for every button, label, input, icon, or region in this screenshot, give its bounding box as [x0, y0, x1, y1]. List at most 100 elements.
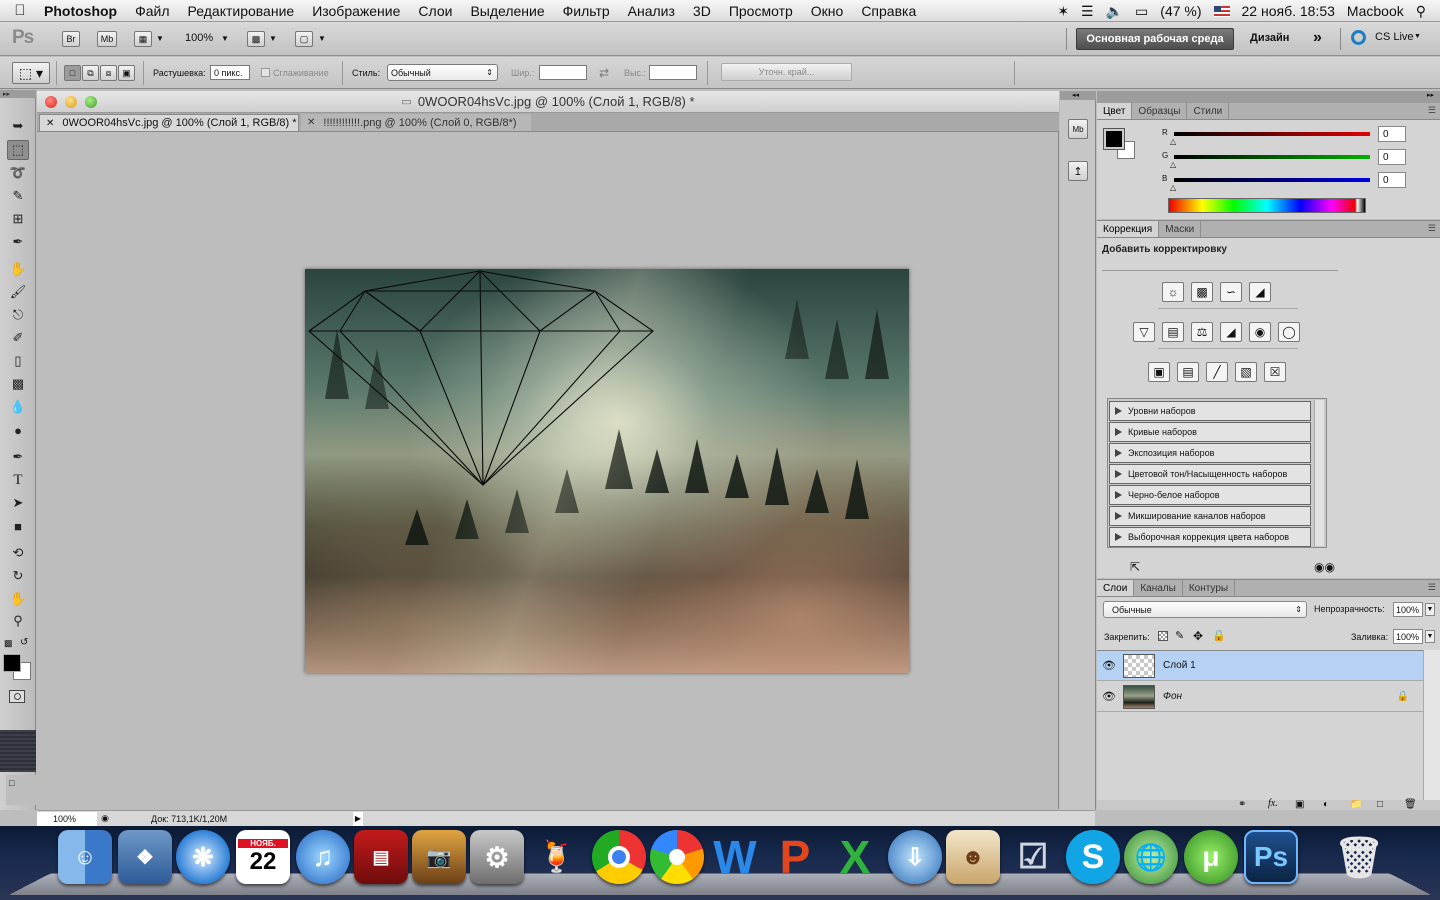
photoshop-icon[interactable]: Ps — [1244, 830, 1298, 884]
more-workspaces-icon[interactable]: » — [1313, 29, 1322, 47]
menubar-clock[interactable]: 22 нояб. 18:53 — [1242, 3, 1335, 19]
dodge-tool-icon[interactable]: ● — [7, 420, 29, 440]
eyedropper-tool-icon[interactable]: ✒ — [7, 232, 29, 252]
return-to-list-icon[interactable]: ⇱ — [1130, 560, 1140, 574]
lasso-tool-icon[interactable]: ➰ — [7, 163, 29, 183]
preview-icon[interactable]: ❖ — [118, 830, 172, 884]
exposure-icon[interactable]: ◢ — [1249, 282, 1271, 302]
remote-desktop-icon[interactable]: ☑ — [1006, 830, 1060, 884]
menu-file[interactable]: Файл — [126, 3, 178, 19]
chrome-icon[interactable] — [592, 830, 646, 884]
finder-icon[interactable]: ☺ — [58, 830, 112, 884]
refine-edge-button[interactable]: Уточн. край... — [721, 63, 852, 81]
tab-adjustments[interactable]: Коррекция — [1097, 221, 1160, 237]
tab-masks[interactable]: Маски — [1159, 221, 1202, 237]
new-layer-icon[interactable]: □ — [1377, 799, 1383, 810]
selective-color-icon[interactable]: ☒ — [1264, 362, 1286, 382]
clip-to-layer-icon[interactable]: ◉◉ — [1314, 560, 1335, 574]
swap-colors-icon[interactable]: ↺ — [20, 637, 28, 648]
preset-exposure[interactable]: Экспозиция наборов — [1109, 443, 1311, 463]
menu-filter[interactable]: Фильтр — [554, 3, 619, 19]
powerpoint-icon[interactable]: P — [768, 830, 822, 884]
photo-filter-icon[interactable]: ◉ — [1249, 322, 1271, 342]
hue-saturation-icon[interactable]: ▤ — [1162, 322, 1184, 342]
zoom-tool-icon[interactable]: ⚲ — [7, 611, 29, 631]
adjustment-layer-icon[interactable]: ◐ — [1323, 799, 1329, 810]
zoom-level[interactable]: 100% — [185, 32, 213, 44]
intersect-selection-icon[interactable]: ▣ — [118, 65, 135, 81]
tab-color[interactable]: Цвет — [1097, 103, 1133, 119]
channel-g-input[interactable]: 0 — [1378, 149, 1406, 165]
channel-r-slider[interactable] — [1174, 132, 1370, 136]
menu-image[interactable]: Изображение — [303, 3, 409, 19]
layer-name[interactable]: Слой 1 — [1163, 660, 1196, 671]
mini-bridge-panel-icon[interactable]: Mb — [1068, 119, 1088, 139]
antialias-checkbox[interactable] — [261, 68, 270, 77]
threshold-icon[interactable]: ╱ — [1206, 362, 1228, 382]
channel-r-input[interactable]: 0 — [1378, 126, 1406, 142]
status-info-icon[interactable]: ◉ — [97, 813, 113, 824]
preset-black-white[interactable]: Черно-белое наборов — [1109, 485, 1311, 505]
opacity-slider-icon[interactable]: ▼ — [1425, 603, 1435, 616]
history-brush-tool-icon[interactable]: ✐ — [7, 328, 29, 348]
safari-icon[interactable]: ❋ — [176, 830, 230, 884]
height-input[interactable] — [649, 65, 697, 80]
mini-bridge-button[interactable]: Mb — [97, 31, 117, 47]
channel-mixer-icon[interactable]: ◯ — [1278, 322, 1300, 342]
type-tool-icon[interactable]: T — [7, 470, 29, 490]
new-group-icon[interactable]: 📁 — [1350, 799, 1362, 810]
black-white-icon[interactable]: ◢ — [1220, 322, 1242, 342]
menu-window[interactable]: Окно — [802, 3, 853, 19]
tab-swatches[interactable]: Образцы — [1132, 103, 1188, 119]
panel-dock-collapse-icon[interactable]: ▸▸ — [1097, 91, 1440, 103]
3d-orbit-tool-icon[interactable]: ↻ — [7, 566, 29, 586]
marquee-tool-icon[interactable]: ⬚ — [7, 140, 29, 160]
slider-thumb-icon[interactable]: △ — [1170, 137, 1176, 146]
iphoto-icon[interactable]: 📷 — [412, 830, 466, 884]
delete-layer-icon[interactable]: 🗑 — [1404, 799, 1417, 810]
close-window-icon[interactable] — [45, 96, 57, 108]
cslive-dropdown-icon[interactable]: ▼ — [1414, 33, 1421, 40]
photobooth-icon[interactable]: ▤ — [354, 830, 408, 884]
view-extras-dropdown-icon[interactable]: ▼ — [156, 34, 164, 43]
preset-selective-color[interactable]: Выборочная коррекция цвета наборов — [1109, 527, 1311, 547]
workspace-essentials-button[interactable]: Основная рабочая среда — [1076, 28, 1234, 50]
crop-tool-icon[interactable]: ⊞ — [7, 209, 29, 229]
volume-icon[interactable]: 🔈 — [1106, 3, 1123, 20]
vibrance-icon[interactable]: ▽ — [1133, 322, 1155, 342]
swap-dimensions-icon[interactable]: ⇄ — [599, 65, 609, 80]
view-extras-icon[interactable]: ▦ — [134, 31, 152, 47]
close-tab-icon[interactable]: ✕ — [307, 117, 315, 128]
channel-b-input[interactable]: 0 — [1378, 172, 1406, 188]
tab-document-2[interactable]: ✕ !!!!!!!!!!!!.png @ 100% (Слой 0, RGB/8… — [301, 114, 531, 131]
status-zoom[interactable]: 100% — [37, 811, 97, 826]
feather-input[interactable]: 0 пикс. — [210, 65, 250, 80]
trash-icon[interactable]: 🗑 — [1332, 830, 1386, 884]
layers-scrollbar[interactable] — [1423, 650, 1440, 800]
layer-row-background[interactable]: 👁 Фон 🔒 — [1097, 682, 1423, 712]
canvas-forest-image[interactable] — [305, 269, 909, 673]
fill-slider-icon[interactable]: ▼ — [1425, 630, 1435, 643]
status-menu-arrow-icon[interactable]: ▶ — [353, 811, 363, 826]
quick-mask-icon[interactable] — [9, 690, 25, 703]
3d-rotate-tool-icon[interactable]: ⟲ — [7, 543, 29, 563]
battery-icon[interactable]: ▭ — [1135, 3, 1148, 20]
menu-help[interactable]: Справка — [852, 3, 925, 19]
lock-transparency-icon[interactable] — [1158, 631, 1168, 641]
tools-collapse-icon[interactable]: ▸▸ — [0, 90, 36, 98]
menu-view[interactable]: Просмотр — [720, 3, 802, 19]
flag-icon[interactable] — [1213, 5, 1230, 17]
tab-channels[interactable]: Каналы — [1134, 580, 1183, 596]
itunes-icon[interactable]: ♫ — [296, 830, 350, 884]
picasa-icon[interactable] — [650, 830, 704, 884]
menu-analysis[interactable]: Анализ — [619, 3, 684, 19]
clone-stamp-tool-icon[interactable]: ⎋ — [7, 305, 29, 325]
posterize-icon[interactable]: ▤ — [1177, 362, 1199, 382]
menu-layers[interactable]: Слои — [409, 3, 461, 19]
spotlight-search-icon[interactable]: ⚲ — [1416, 3, 1426, 20]
width-input[interactable] — [539, 65, 587, 80]
wifi-icon[interactable]: ☰ — [1081, 3, 1094, 20]
eraser-tool-icon[interactable]: ▯ — [7, 351, 29, 371]
hand-tool-icon[interactable]: ✋ — [7, 589, 29, 609]
arrange-documents-icon[interactable]: ▩ — [247, 31, 265, 47]
